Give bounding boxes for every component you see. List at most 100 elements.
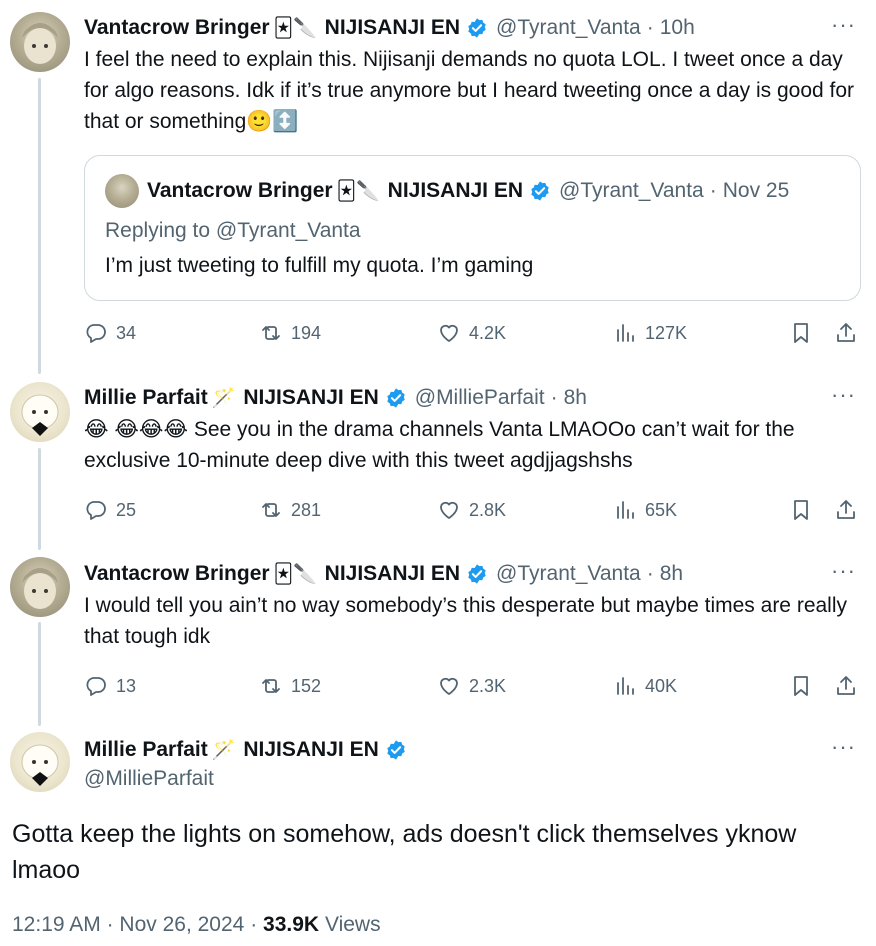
quoted-text: I’m just tweeting to fulfill my quota. I…	[105, 254, 534, 277]
bookmark-icon	[794, 500, 808, 520]
separator-dot: ·	[646, 562, 654, 585]
reply-count: 25	[116, 499, 137, 520]
separator-dot: ·	[550, 386, 558, 409]
views-button[interactable]: 40K	[613, 671, 677, 701]
tweet-text: I would tell you ain’t no way somebody’s…	[84, 594, 848, 648]
share-icon	[837, 676, 855, 695]
name-emoji: 🃏🔪	[273, 18, 317, 39]
replying-to[interactable]: Replying to @Tyrant_Vanta	[105, 219, 361, 243]
separator-dot: ·	[106, 913, 114, 936]
like-count: 2.8K	[469, 499, 507, 520]
repost-count: 194	[291, 322, 322, 343]
verified-badge-icon	[387, 740, 405, 760]
tweet-actions: 34 194 4.2K 127K	[84, 318, 860, 348]
share-button[interactable]	[834, 671, 858, 701]
verified-badge-icon	[531, 181, 549, 201]
post-time[interactable]: 12:19 AM	[12, 913, 101, 936]
repost-button[interactable]: 194	[259, 318, 321, 348]
author-org[interactable]: NIJISANJI EN	[243, 386, 378, 410]
views-button[interactable]: 127K	[613, 318, 687, 348]
author-handle[interactable]: @Tyrant_Vanta	[496, 562, 641, 586]
heart-icon	[440, 324, 458, 342]
repost-button[interactable]: 281	[259, 495, 321, 525]
quoted-tweet[interactable]: Vantacrow Bringer 🃏🔪 NIJISANJI EN @Tyran…	[84, 155, 861, 301]
tweet-actions: 13 152 2.3K 40K	[84, 671, 860, 701]
reply-icon	[86, 501, 106, 520]
quoted-avatar	[105, 174, 139, 208]
reply-count: 34	[116, 322, 137, 343]
bookmark-icon	[794, 323, 808, 343]
author-handle[interactable]: @MillieParfait	[84, 767, 856, 791]
quoted-author-org: NIJISANJI EN	[387, 179, 524, 202]
views-count: 33.9K	[263, 913, 320, 936]
more-options-icon[interactable]: ···	[831, 736, 856, 758]
author-handle[interactable]: @MillieParfait	[415, 386, 545, 410]
heart-icon	[440, 677, 458, 695]
more-options-icon[interactable]: ···	[831, 14, 856, 36]
post-time[interactable]: 8h	[564, 386, 587, 410]
share-icon	[837, 323, 855, 342]
tweet-actions: 25 281 2.8K 65K	[84, 495, 860, 525]
views-count: 65K	[645, 499, 678, 520]
reply-button[interactable]: 25	[84, 495, 136, 525]
like-button[interactable]: 2.8K	[437, 495, 506, 525]
more-options-icon[interactable]: ···	[831, 560, 856, 582]
reply-button[interactable]: 34	[84, 318, 136, 348]
repost-icon	[262, 679, 280, 693]
separator-dot: ·	[709, 179, 717, 202]
verified-badge-icon	[387, 388, 405, 408]
views-icon	[617, 677, 634, 695]
author-org[interactable]: NIJISANJI EN	[325, 16, 460, 40]
name-emoji: 🪄	[211, 388, 236, 409]
separator-dot: ·	[250, 913, 258, 936]
avatar[interactable]	[10, 732, 70, 792]
more-options-icon[interactable]: ···	[831, 384, 856, 406]
quoted-name-emoji: 🃏🔪	[336, 181, 380, 202]
author-name[interactable]: Millie Parfait	[84, 738, 208, 762]
tweet[interactable]: Vantacrow Bringer 🃏🔪 NIJISANJI EN @Tyran…	[0, 0, 876, 370]
main-tweet-text: Gotta keep the lights on somehow, ads do…	[12, 820, 797, 884]
share-icon	[837, 500, 855, 519]
bookmark-button[interactable]	[789, 671, 813, 701]
name-emoji: 🃏🔪	[273, 564, 317, 585]
verified-badge-icon	[468, 564, 486, 584]
tweet[interactable]: Vantacrow Bringer 🃏🔪 NIJISANJI EN @Tyran…	[0, 545, 876, 720]
views-button[interactable]: 65K	[613, 495, 677, 525]
quoted-author-handle: @Tyrant_Vanta	[559, 179, 704, 202]
like-button[interactable]: 4.2K	[437, 318, 506, 348]
author-name[interactable]: Vantacrow Bringer	[84, 562, 270, 586]
author-handle[interactable]: @Tyrant_Vanta	[496, 16, 641, 40]
bookmark-button[interactable]	[789, 318, 813, 348]
quoted-post-time: Nov 25	[722, 179, 790, 202]
avatar[interactable]	[10, 557, 70, 617]
tweet-text: 😂 😂😂😂 See you in the drama channels Vant…	[84, 418, 795, 472]
views-label: Views	[324, 913, 381, 936]
views-icon	[617, 324, 634, 342]
author-name[interactable]: Millie Parfait	[84, 386, 208, 410]
repost-count: 152	[291, 675, 322, 696]
post-date[interactable]: Nov 26, 2024	[119, 913, 244, 936]
share-button[interactable]	[834, 318, 858, 348]
repost-icon	[262, 503, 280, 517]
avatar[interactable]	[10, 12, 70, 72]
author-name[interactable]: Vantacrow Bringer	[84, 16, 270, 40]
like-count: 4.2K	[469, 322, 507, 343]
like-button[interactable]: 2.3K	[437, 671, 506, 701]
reply-count: 13	[116, 675, 137, 696]
author-org[interactable]: NIJISANJI EN	[325, 562, 460, 586]
reply-button[interactable]: 13	[84, 671, 136, 701]
bookmark-button[interactable]	[789, 495, 813, 525]
tweet[interactable]: Millie Parfait 🪄 NIJISANJI EN @MilliePar…	[0, 370, 876, 545]
views-count: 40K	[645, 675, 678, 696]
author-org[interactable]: NIJISANJI EN	[243, 738, 378, 762]
repost-icon	[262, 326, 280, 340]
post-time[interactable]: 10h	[660, 16, 695, 40]
verified-badge-icon	[468, 18, 486, 38]
post-time[interactable]: 8h	[660, 562, 683, 586]
avatar[interactable]	[10, 382, 70, 442]
separator-dot: ·	[646, 16, 654, 39]
reply-icon	[86, 677, 106, 696]
views-count: 127K	[645, 322, 688, 343]
share-button[interactable]	[834, 495, 858, 525]
repost-button[interactable]: 152	[259, 671, 321, 701]
